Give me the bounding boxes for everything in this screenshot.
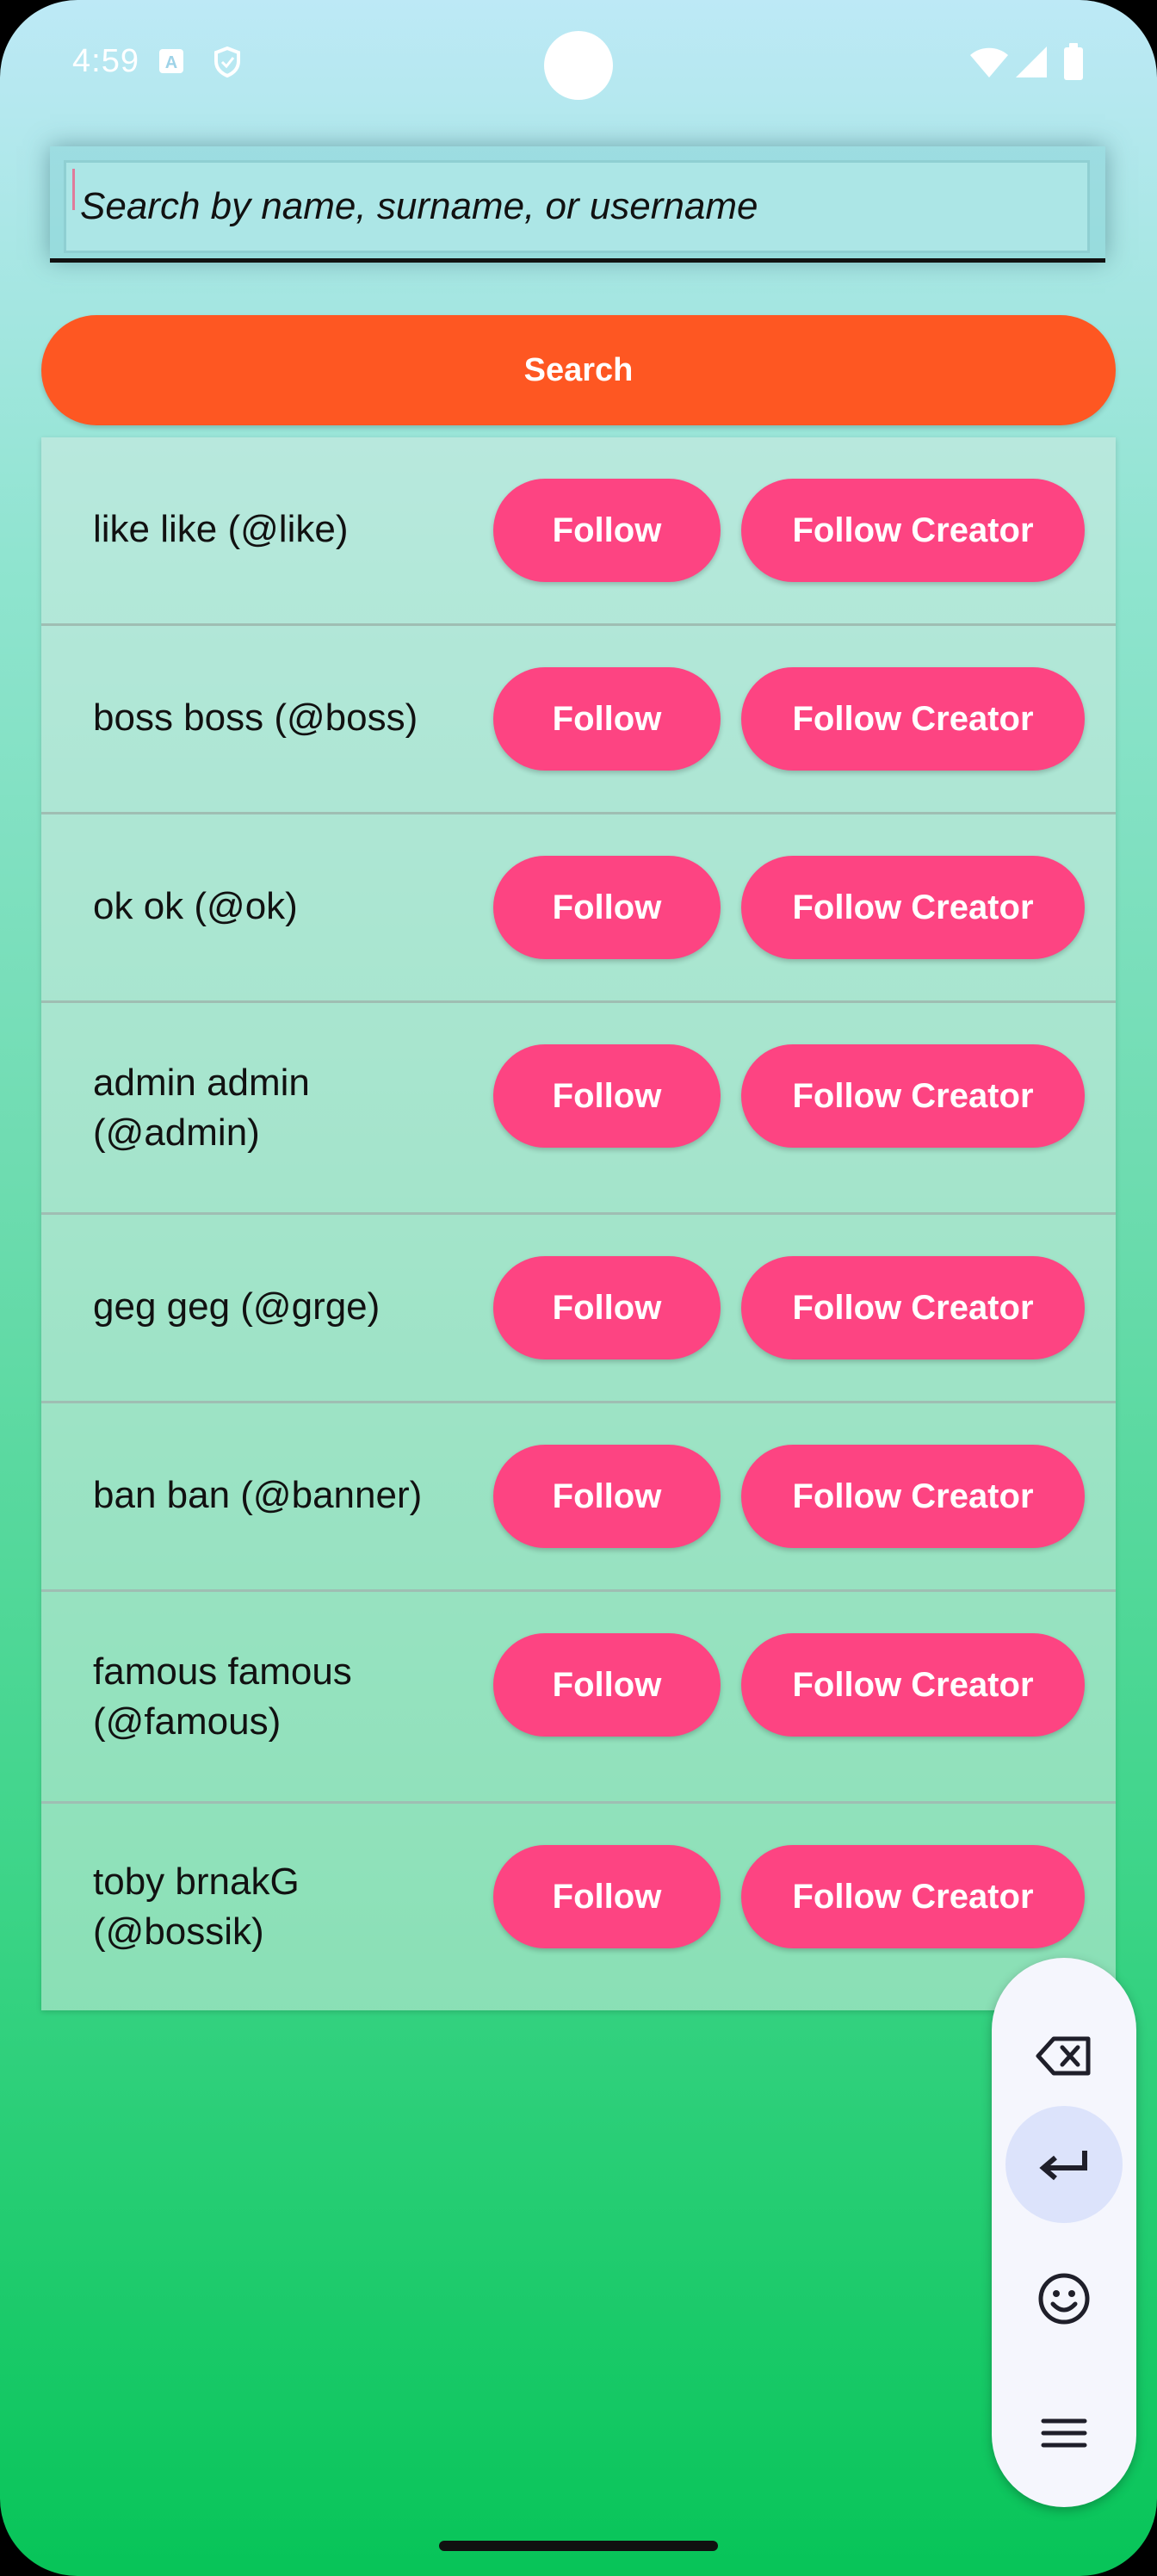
follow-button[interactable]: Follow [493, 856, 721, 959]
status-time: 4:59 [72, 43, 139, 79]
follow-button[interactable]: Follow [493, 479, 721, 582]
user-name: toby brnakG (@bossik) [93, 1861, 300, 1953]
user-name: admin admin (@admin) [93, 1062, 310, 1154]
svg-text:A: A [165, 53, 177, 72]
app-screen: 4:59 A Search like like (@like) Follow F… [0, 0, 1157, 2576]
search-field-container [50, 146, 1105, 260]
user-name: boss boss (@boss) [93, 697, 418, 739]
user-name: ok ok (@ok) [93, 885, 298, 927]
text-cursor [72, 169, 75, 210]
follow-creator-button[interactable]: Follow Creator [741, 1044, 1085, 1148]
user-row: geg geg (@grge) Follow Follow Creator [41, 1215, 1116, 1403]
follow-button[interactable]: Follow [493, 667, 721, 771]
enter-icon[interactable] [1005, 2106, 1123, 2223]
user-list: like like (@like) Follow Follow Creator … [41, 437, 1116, 2010]
follow-button[interactable]: Follow [493, 1256, 721, 1359]
backspace-icon[interactable] [1005, 1997, 1123, 2115]
follow-button[interactable]: Follow [493, 1044, 721, 1148]
search-underline [50, 258, 1105, 263]
search-box [64, 160, 1090, 253]
user-row: ok ok (@ok) Follow Follow Creator [41, 814, 1116, 1003]
follow-creator-button[interactable]: Follow Creator [741, 1445, 1085, 1548]
follow-button[interactable]: Follow [493, 1633, 721, 1737]
user-row: famous famous (@famous) Follow Follow Cr… [41, 1592, 1116, 1804]
user-name: famous famous (@famous) [93, 1650, 352, 1743]
follow-creator-button[interactable]: Follow Creator [741, 479, 1085, 582]
follow-button[interactable]: Follow [493, 1845, 721, 1948]
user-row: like like (@like) Follow Follow Creator [41, 437, 1116, 626]
status-bar: 4:59 A [0, 0, 1157, 129]
user-row: toby brnakG (@bossik) Follow Follow Crea… [41, 1804, 1116, 2010]
search-button[interactable]: Search [41, 315, 1116, 425]
home-indicator[interactable] [439, 2541, 718, 2551]
front-camera [544, 31, 613, 100]
follow-creator-button[interactable]: Follow Creator [741, 667, 1085, 771]
search-input[interactable] [66, 163, 1087, 251]
user-row: ban ban (@banner) Follow Follow Creator [41, 1403, 1116, 1592]
user-name: geg geg (@grge) [93, 1285, 381, 1328]
signal-icon [1014, 45, 1049, 84]
user-row: boss boss (@boss) Follow Follow Creator [41, 626, 1116, 814]
follow-button[interactable]: Follow [493, 1445, 721, 1548]
follow-creator-button[interactable]: Follow Creator [741, 856, 1085, 959]
battery-icon [1062, 43, 1085, 85]
keyboard-a-icon: A [158, 48, 184, 78]
wifi-icon [969, 45, 1009, 84]
emoji-icon[interactable] [1005, 2240, 1123, 2357]
follow-creator-button[interactable]: Follow Creator [741, 1256, 1085, 1359]
menu-icon[interactable] [1005, 2375, 1123, 2492]
keyboard-floating-toolbar [992, 1958, 1136, 2507]
user-name: like like (@like) [93, 508, 349, 550]
user-name: ban ban (@banner) [93, 1474, 423, 1516]
follow-creator-button[interactable]: Follow Creator [741, 1633, 1085, 1737]
user-row: admin admin (@admin) Follow Follow Creat… [41, 1003, 1116, 1215]
follow-creator-button[interactable]: Follow Creator [741, 1845, 1085, 1948]
shield-icon [213, 46, 241, 82]
